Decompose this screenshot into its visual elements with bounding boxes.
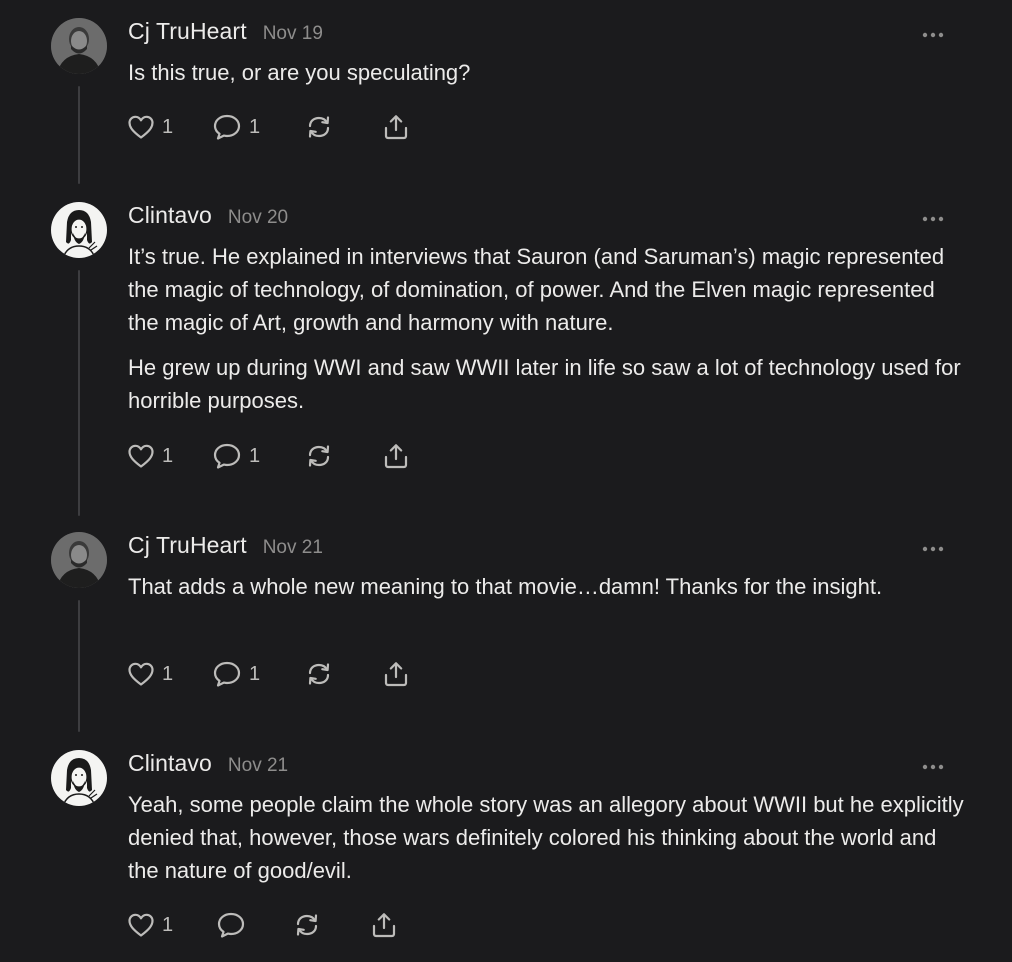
heart-icon bbox=[128, 444, 154, 468]
comment-actions: 1 bbox=[0, 908, 1012, 942]
more-dots-icon bbox=[922, 764, 944, 770]
thread-line bbox=[78, 270, 80, 516]
comment-date[interactable]: Nov 19 bbox=[263, 23, 323, 45]
avatar[interactable] bbox=[51, 750, 107, 806]
comment-paragraph: He grew up during WWI and saw WWII later… bbox=[128, 355, 961, 413]
avatar[interactable] bbox=[51, 202, 107, 258]
comment-body: That adds a whole new meaning to that mo… bbox=[128, 570, 968, 603]
avatar[interactable] bbox=[51, 18, 107, 74]
like-count: 1 bbox=[162, 913, 174, 936]
more-options-button[interactable] bbox=[920, 758, 946, 776]
share-upload-icon bbox=[372, 913, 396, 938]
comment-header: Cj TruHeart Nov 19 bbox=[128, 18, 323, 52]
comment-header: Clintavo Nov 20 bbox=[128, 202, 288, 236]
speech-bubble-icon bbox=[217, 912, 245, 938]
restack-arrows-icon bbox=[308, 445, 330, 467]
author-name[interactable]: Cj TruHeart bbox=[128, 532, 247, 559]
like-button[interactable]: 1 bbox=[127, 110, 173, 144]
reply-count: 1 bbox=[249, 662, 261, 685]
photo-avatar-icon bbox=[51, 532, 107, 588]
restack-button[interactable] bbox=[304, 439, 334, 473]
share-button[interactable] bbox=[382, 110, 410, 144]
more-options-button[interactable] bbox=[920, 540, 946, 558]
reply-button[interactable]: 1 bbox=[212, 110, 260, 144]
speech-bubble-icon bbox=[213, 661, 241, 687]
heart-icon bbox=[128, 913, 154, 937]
restack-arrows-icon bbox=[296, 914, 318, 936]
author-name[interactable]: Cj TruHeart bbox=[128, 18, 247, 45]
sketch-avatar-icon bbox=[51, 202, 107, 258]
more-options-button[interactable] bbox=[920, 26, 946, 44]
comment-body: Yeah, some people claim the whole story … bbox=[128, 788, 968, 887]
like-button[interactable]: 1 bbox=[127, 657, 173, 691]
comment-date[interactable]: Nov 21 bbox=[228, 755, 288, 777]
speech-bubble-icon bbox=[213, 443, 241, 469]
restack-arrows-icon bbox=[308, 116, 330, 138]
comment-header: Cj TruHeart Nov 21 bbox=[128, 532, 323, 566]
comment-actions: 1 1 bbox=[0, 439, 1012, 473]
reply-button[interactable]: 1 bbox=[212, 657, 260, 691]
more-dots-icon bbox=[922, 546, 944, 552]
more-options-button[interactable] bbox=[920, 210, 946, 228]
restack-button[interactable] bbox=[304, 110, 334, 144]
comment-body: Is this true, or are you speculating? bbox=[128, 56, 968, 89]
reply-count: 1 bbox=[249, 444, 261, 467]
speech-bubble-icon bbox=[213, 114, 241, 140]
share-button[interactable] bbox=[370, 908, 398, 942]
heart-icon bbox=[128, 115, 154, 139]
photo-avatar-icon bbox=[51, 18, 107, 74]
like-button[interactable]: 1 bbox=[127, 908, 173, 942]
more-dots-icon bbox=[922, 216, 944, 222]
author-name[interactable]: Clintavo bbox=[128, 750, 212, 777]
sketch-avatar-icon bbox=[51, 750, 107, 806]
restack-button[interactable] bbox=[304, 657, 334, 691]
share-upload-icon bbox=[384, 662, 408, 687]
share-upload-icon bbox=[384, 444, 408, 469]
comment-date[interactable]: Nov 20 bbox=[228, 207, 288, 229]
comment-paragraph: Is this true, or are you speculating? bbox=[128, 60, 471, 85]
more-dots-icon bbox=[922, 32, 944, 38]
comment-date[interactable]: Nov 21 bbox=[263, 537, 323, 559]
restack-button[interactable] bbox=[292, 908, 322, 942]
comment-body: It’s true. He explained in interviews th… bbox=[128, 240, 968, 417]
reply-count: 1 bbox=[249, 115, 261, 138]
share-upload-icon bbox=[384, 115, 408, 140]
share-button[interactable] bbox=[382, 657, 410, 691]
comment-paragraph: That adds a whole new meaning to that mo… bbox=[128, 574, 883, 599]
avatar[interactable] bbox=[51, 532, 107, 588]
like-count: 1 bbox=[162, 115, 174, 138]
comment-actions: 1 1 bbox=[0, 657, 1012, 691]
comment-actions: 1 1 bbox=[0, 110, 1012, 144]
share-button[interactable] bbox=[382, 439, 410, 473]
like-count: 1 bbox=[162, 662, 174, 685]
author-name[interactable]: Clintavo bbox=[128, 202, 212, 229]
comment-header: Clintavo Nov 21 bbox=[128, 750, 288, 784]
reply-button[interactable]: 1 bbox=[212, 439, 260, 473]
comment-paragraph: It’s true. He explained in interviews th… bbox=[128, 244, 945, 335]
like-button[interactable]: 1 bbox=[127, 439, 173, 473]
like-count: 1 bbox=[162, 444, 174, 467]
restack-arrows-icon bbox=[308, 663, 330, 685]
reply-button[interactable] bbox=[216, 908, 246, 942]
comment-paragraph: Yeah, some people claim the whole story … bbox=[128, 792, 964, 883]
heart-icon bbox=[128, 662, 154, 686]
